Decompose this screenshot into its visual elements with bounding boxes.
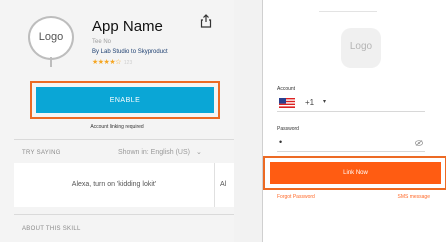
app-logo-text: Logo bbox=[38, 31, 64, 43]
sample-utterance-text: Alexa, turn on 'kidding lokit' bbox=[71, 181, 157, 188]
sample-utterance-card-2[interactable]: Al bbox=[214, 163, 234, 207]
share-icon[interactable] bbox=[200, 14, 212, 28]
developer-link[interactable]: By Lab Studio to Skyproduct bbox=[92, 49, 168, 55]
sms-message-link[interactable]: SMS message bbox=[397, 194, 430, 200]
top-bar bbox=[319, 2, 377, 12]
forgot-password-link[interactable]: Forgot Password bbox=[277, 194, 315, 200]
sample-utterance-card[interactable]: Alexa, turn on 'kidding lokit' bbox=[14, 163, 214, 207]
rating: ★★★★☆ 123 bbox=[92, 58, 132, 66]
eye-slash-icon[interactable] bbox=[415, 140, 423, 146]
partner-logo-text: Logo bbox=[349, 41, 373, 52]
chevron-down-icon: ⌄ bbox=[195, 149, 202, 156]
skill-detail-panel: Logo App Name Tee No By Lab Studio to Sk… bbox=[0, 0, 234, 242]
language-value: Shown in: English (US) bbox=[118, 149, 190, 156]
enable-button[interactable]: ENABLE bbox=[36, 87, 214, 113]
app-subtitle: Tee No bbox=[92, 39, 112, 45]
account-link-panel: Logo Account +1 ▾ Password • Link Now Fo… bbox=[262, 0, 446, 242]
password-field[interactable]: • bbox=[277, 134, 425, 152]
account-linking-note: Account linking required bbox=[90, 124, 144, 130]
try-saying-heading: TRY SAYING bbox=[22, 150, 61, 156]
divider bbox=[14, 139, 234, 140]
account-field[interactable]: +1 ▾ bbox=[277, 94, 425, 112]
account-label: Account bbox=[277, 86, 296, 92]
rating-count: 123 bbox=[123, 60, 133, 66]
app-logo: Logo bbox=[28, 16, 74, 67]
link-now-highlight: Link Now bbox=[263, 156, 446, 190]
about-skill-heading: ABOUT THIS SKILL bbox=[22, 226, 81, 232]
chevron-down-icon[interactable]: ▾ bbox=[323, 98, 326, 105]
country-code[interactable]: +1 bbox=[305, 98, 314, 107]
us-flag-icon[interactable] bbox=[279, 98, 295, 108]
password-value: • bbox=[279, 137, 283, 147]
rating-stars: ★★★★☆ bbox=[92, 59, 121, 66]
partner-logo: Logo bbox=[341, 28, 381, 68]
app-name: App Name bbox=[92, 18, 163, 35]
language-select[interactable]: Shown in: English (US) ⌄ bbox=[118, 148, 202, 156]
password-label: Password bbox=[277, 126, 299, 132]
divider bbox=[14, 214, 234, 215]
link-now-button[interactable]: Link Now bbox=[270, 162, 441, 184]
enable-highlight: ENABLE bbox=[30, 81, 220, 119]
